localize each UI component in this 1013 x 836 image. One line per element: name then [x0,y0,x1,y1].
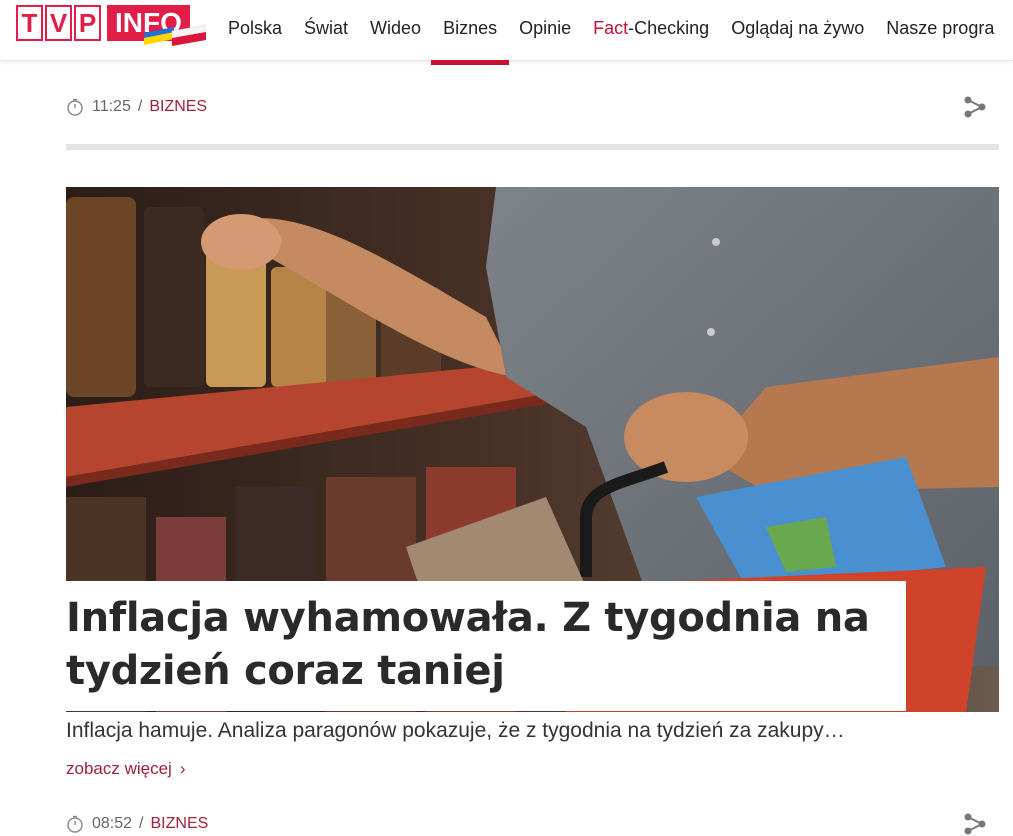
nav-fact-label: Fact [593,18,629,38]
nav-checking-label: -Checking [628,18,710,38]
next-meta-separator: / [139,815,144,832]
nav-biznes[interactable]: Biznes [431,0,510,65]
read-more-link[interactable]: zobacz więcej › [66,759,186,779]
article-time: 11:25 [92,98,131,115]
main-nav: Polska Świat Wideo Biznes Opinie Fact-Ch… [228,0,1013,65]
next-article-time: 08:52 [92,815,133,832]
clock-icon [67,815,83,833]
site-header: T V P INFO Polska Świat Wideo Biznes Opi… [0,0,1013,65]
article-title[interactable]: Inflacja wyhamowała. Z tygodnia na tydzi… [66,592,896,698]
clock-icon [67,98,83,116]
meta-separator: / [137,98,143,115]
tvp-info-logo[interactable]: T V P INFO [16,5,206,46]
article-category[interactable]: BIZNES [149,98,207,116]
next-article-category[interactable]: BIZNES [151,815,209,833]
nav-polska[interactable]: Polska [228,0,282,60]
share-icon[interactable] [963,812,987,836]
nav-opinie[interactable]: Opinie [519,0,571,60]
meta-divider [66,144,999,150]
share-icon[interactable] [963,95,987,119]
article-lead: Inflacja hamuje. Analiza paragonów pokaz… [66,719,845,742]
nav-fact-checking[interactable]: Fact-Checking [593,0,709,60]
logo-letter-p: P [74,5,101,41]
nav-swiat[interactable]: Świat [304,0,348,60]
flags-icon [144,25,206,46]
nav-nasze-programy[interactable]: Nasze progra [886,0,994,60]
nav-wideo[interactable]: Wideo [370,0,421,60]
next-article-meta: 08:52 / BIZNES [66,813,208,835]
logo-letter-v: V [45,5,72,41]
read-more-label: zobacz więcej [66,759,172,778]
article-meta: 11:25 / BIZNES [66,96,207,118]
nav-ogladaj-na-zywo[interactable]: Oglądaj na żywo [731,0,864,60]
chevron-right-icon: › [179,759,186,778]
logo-letter-t: T [16,5,43,41]
